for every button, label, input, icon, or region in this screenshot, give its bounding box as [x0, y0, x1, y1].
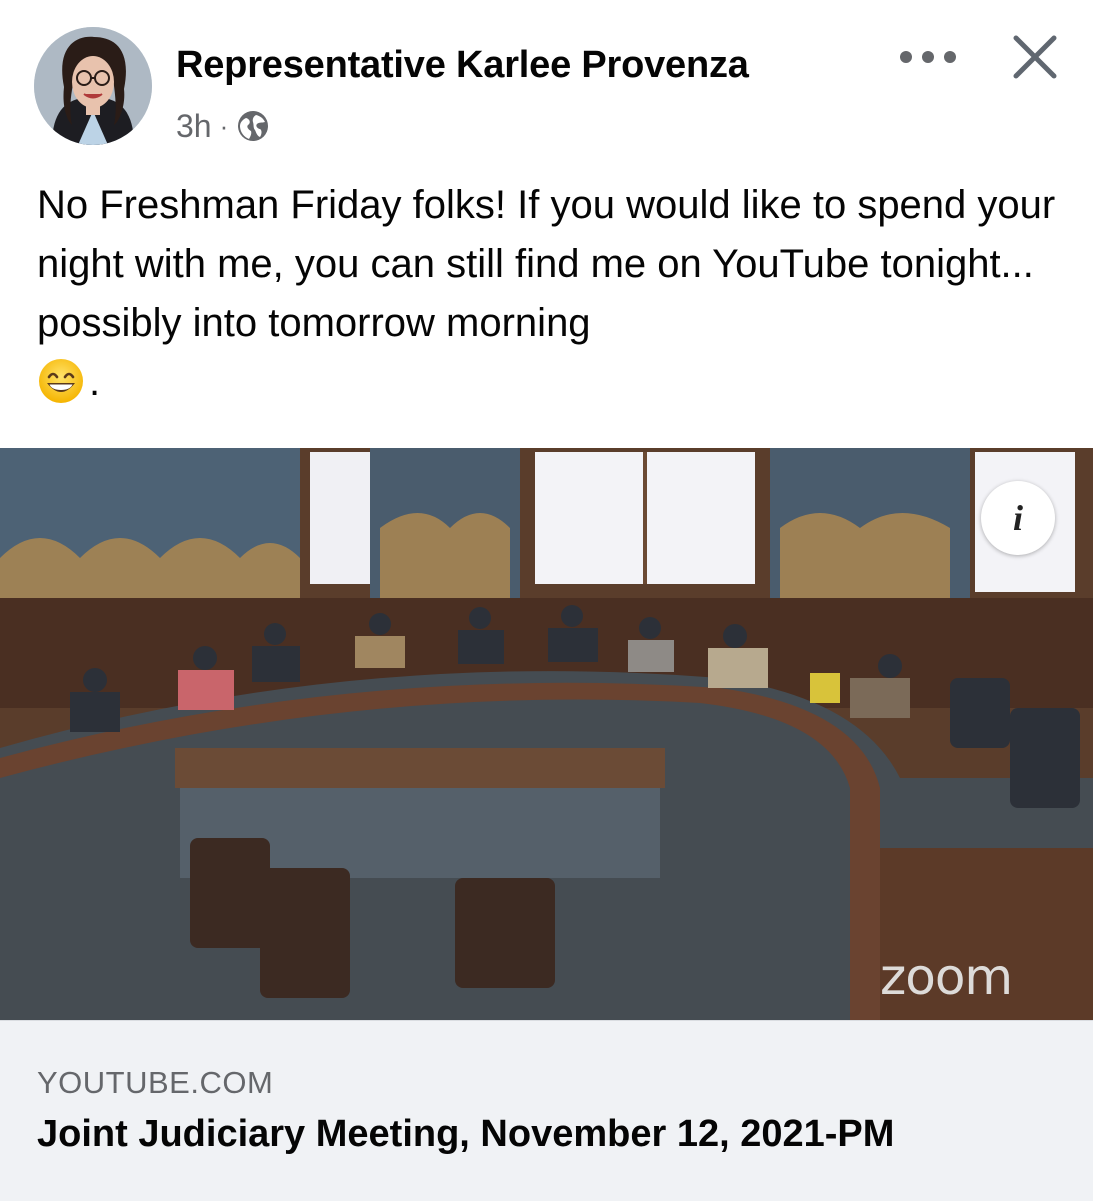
link-preview-card[interactable]: i zoom YOUTUBE.COM Joint Judiciary Meeti…: [0, 448, 1093, 1201]
post-message-end: .: [89, 360, 101, 404]
author-name[interactable]: Representative Karlee Provenza: [176, 44, 749, 87]
avatar-image: [34, 27, 152, 145]
info-button[interactable]: i: [981, 481, 1055, 555]
globe-icon[interactable]: [236, 109, 270, 143]
link-preview-footer[interactable]: YOUTUBE.COM Joint Judiciary Meeting, Nov…: [0, 1020, 1093, 1201]
more-horizontal-icon[interactable]: [900, 42, 956, 72]
video-thumbnail[interactable]: i zoom: [0, 448, 1093, 1020]
close-icon[interactable]: [1008, 30, 1062, 84]
grinning-face-emoji: [37, 357, 85, 405]
link-title[interactable]: Joint Judiciary Meeting, November 12, 20…: [37, 1113, 894, 1156]
post-timestamp[interactable]: 3h: [176, 108, 212, 145]
author-avatar[interactable]: [34, 27, 152, 145]
link-domain: YOUTUBE.COM: [37, 1065, 274, 1100]
post-message-text: No Freshman Friday folks! If you would l…: [37, 183, 1056, 345]
post-message: No Freshman Friday folks! If you would l…: [37, 176, 1057, 412]
post-meta: 3h ·: [176, 106, 270, 146]
meta-separator: ·: [219, 110, 229, 141]
zoom-watermark: zoom: [880, 948, 1013, 1006]
meeting-room-image: [0, 448, 1093, 1020]
info-label: i: [1012, 498, 1023, 538]
post-header: Representative Karlee Provenza 3h ·: [0, 0, 1093, 150]
